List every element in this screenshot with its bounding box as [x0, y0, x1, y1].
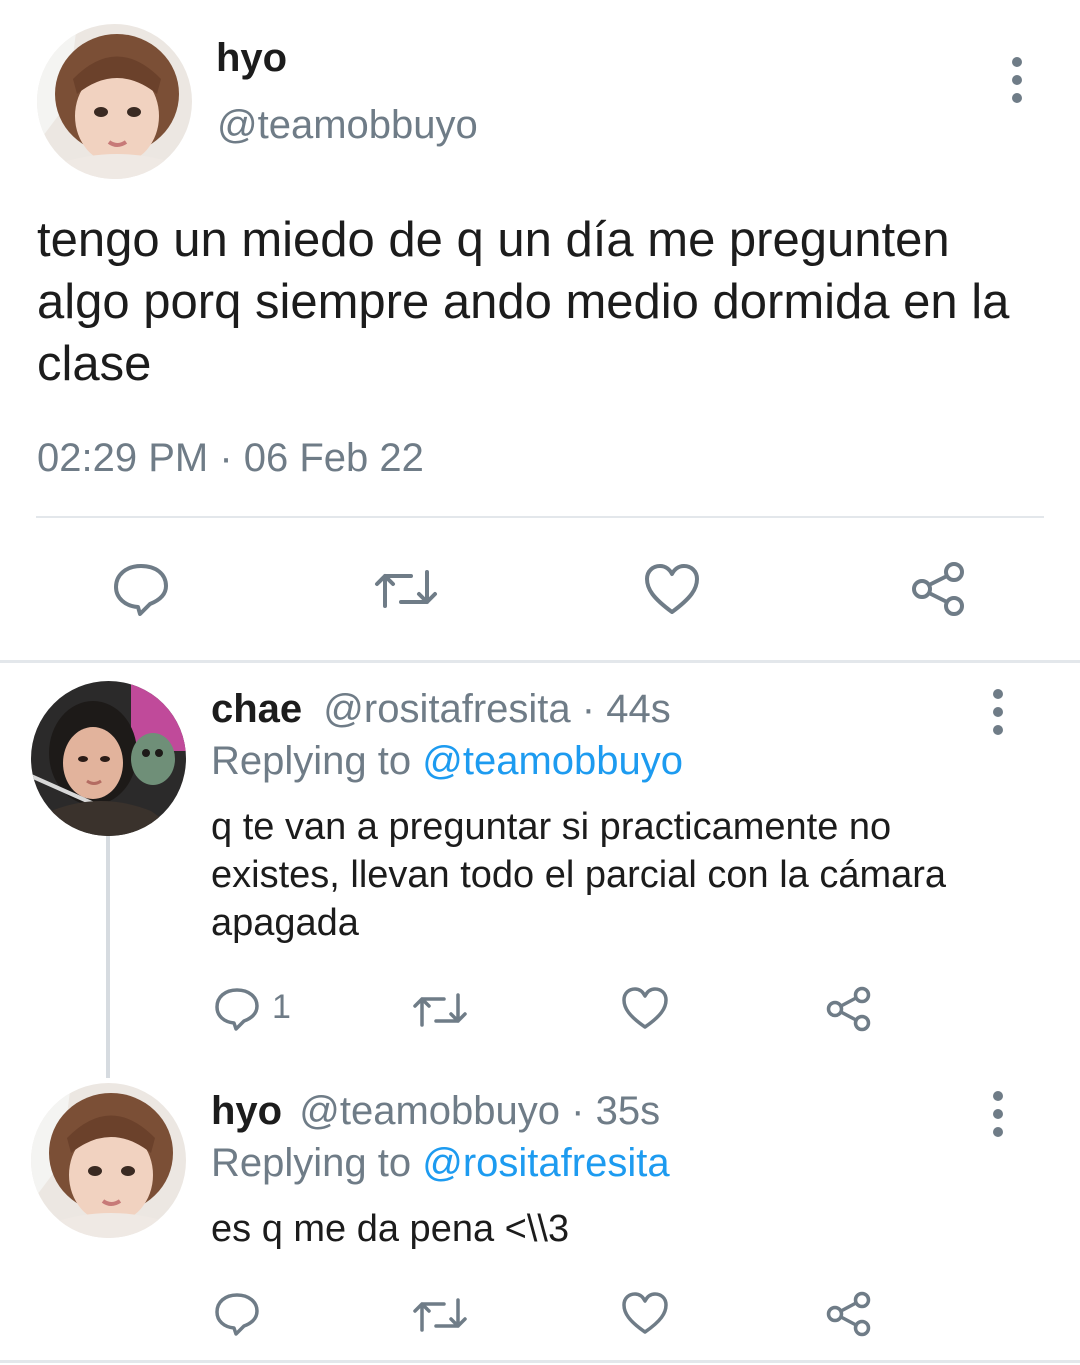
retweet-icon[interactable] [411, 1295, 469, 1335]
reply-header: hyo @teamobbuyo · 35s [211, 1089, 660, 1134]
replying-mention[interactable]: @teamobbuyo [422, 739, 683, 783]
share-icon[interactable] [825, 1290, 873, 1338]
replying-prefix: Replying to [211, 1141, 412, 1185]
divider [0, 660, 1080, 663]
replying-to: Replying to @rositafresita [211, 1141, 670, 1186]
reply-author-name[interactable]: chae [211, 687, 302, 731]
more-vertical-icon[interactable] [993, 1091, 1005, 1145]
author-name[interactable]: hyo [216, 36, 287, 81]
reply-text: q te van a preguntar si practicamente no… [211, 806, 947, 944]
more-vertical-icon[interactable] [1012, 57, 1024, 111]
avatar-image [37, 24, 192, 179]
more-vertical-icon[interactable] [993, 689, 1005, 743]
reply-icon[interactable] [214, 987, 260, 1031]
reply-avatar[interactable] [31, 681, 186, 836]
reply-author-name[interactable]: hyo [211, 1089, 282, 1133]
heart-icon[interactable] [621, 1291, 669, 1335]
reply-header: chae @rositafresita · 44s [211, 687, 671, 732]
reply-author-handle[interactable]: @teamobbuyo [299, 1089, 560, 1133]
reply-icon[interactable] [112, 562, 170, 616]
reply-avatar[interactable] [31, 1083, 186, 1238]
avatar-image [31, 1083, 186, 1238]
replying-prefix: Replying to [211, 739, 412, 783]
main-avatar[interactable] [37, 24, 192, 179]
share-icon[interactable] [910, 560, 968, 618]
reply-count: 1 [272, 988, 291, 1026]
tweet-timestamp: 02:29 PM · 06 Feb 22 [37, 436, 424, 480]
author-handle[interactable]: @teamobbuyo [217, 103, 478, 148]
reply-text: es q me da pena <\\3 [211, 1208, 570, 1250]
retweet-icon[interactable] [371, 566, 441, 612]
thread-line [106, 836, 110, 1078]
reply-author-handle[interactable]: @rositafresita [323, 687, 570, 731]
heart-icon[interactable] [621, 986, 669, 1030]
reply-time: · 35s [571, 1089, 661, 1133]
avatar-image [31, 681, 186, 836]
retweet-icon[interactable] [411, 990, 469, 1030]
divider [0, 1360, 1080, 1363]
replying-to: Replying to @teamobbuyo [211, 739, 683, 784]
reply-time: · 44s [581, 687, 671, 731]
divider [36, 516, 1044, 518]
heart-icon[interactable] [643, 562, 701, 616]
tweet-text: tengo un miedo de q un día me pregunten … [37, 213, 1010, 391]
reply-icon[interactable] [214, 1292, 260, 1336]
share-icon[interactable] [825, 985, 873, 1033]
replying-mention[interactable]: @rositafresita [422, 1141, 669, 1185]
